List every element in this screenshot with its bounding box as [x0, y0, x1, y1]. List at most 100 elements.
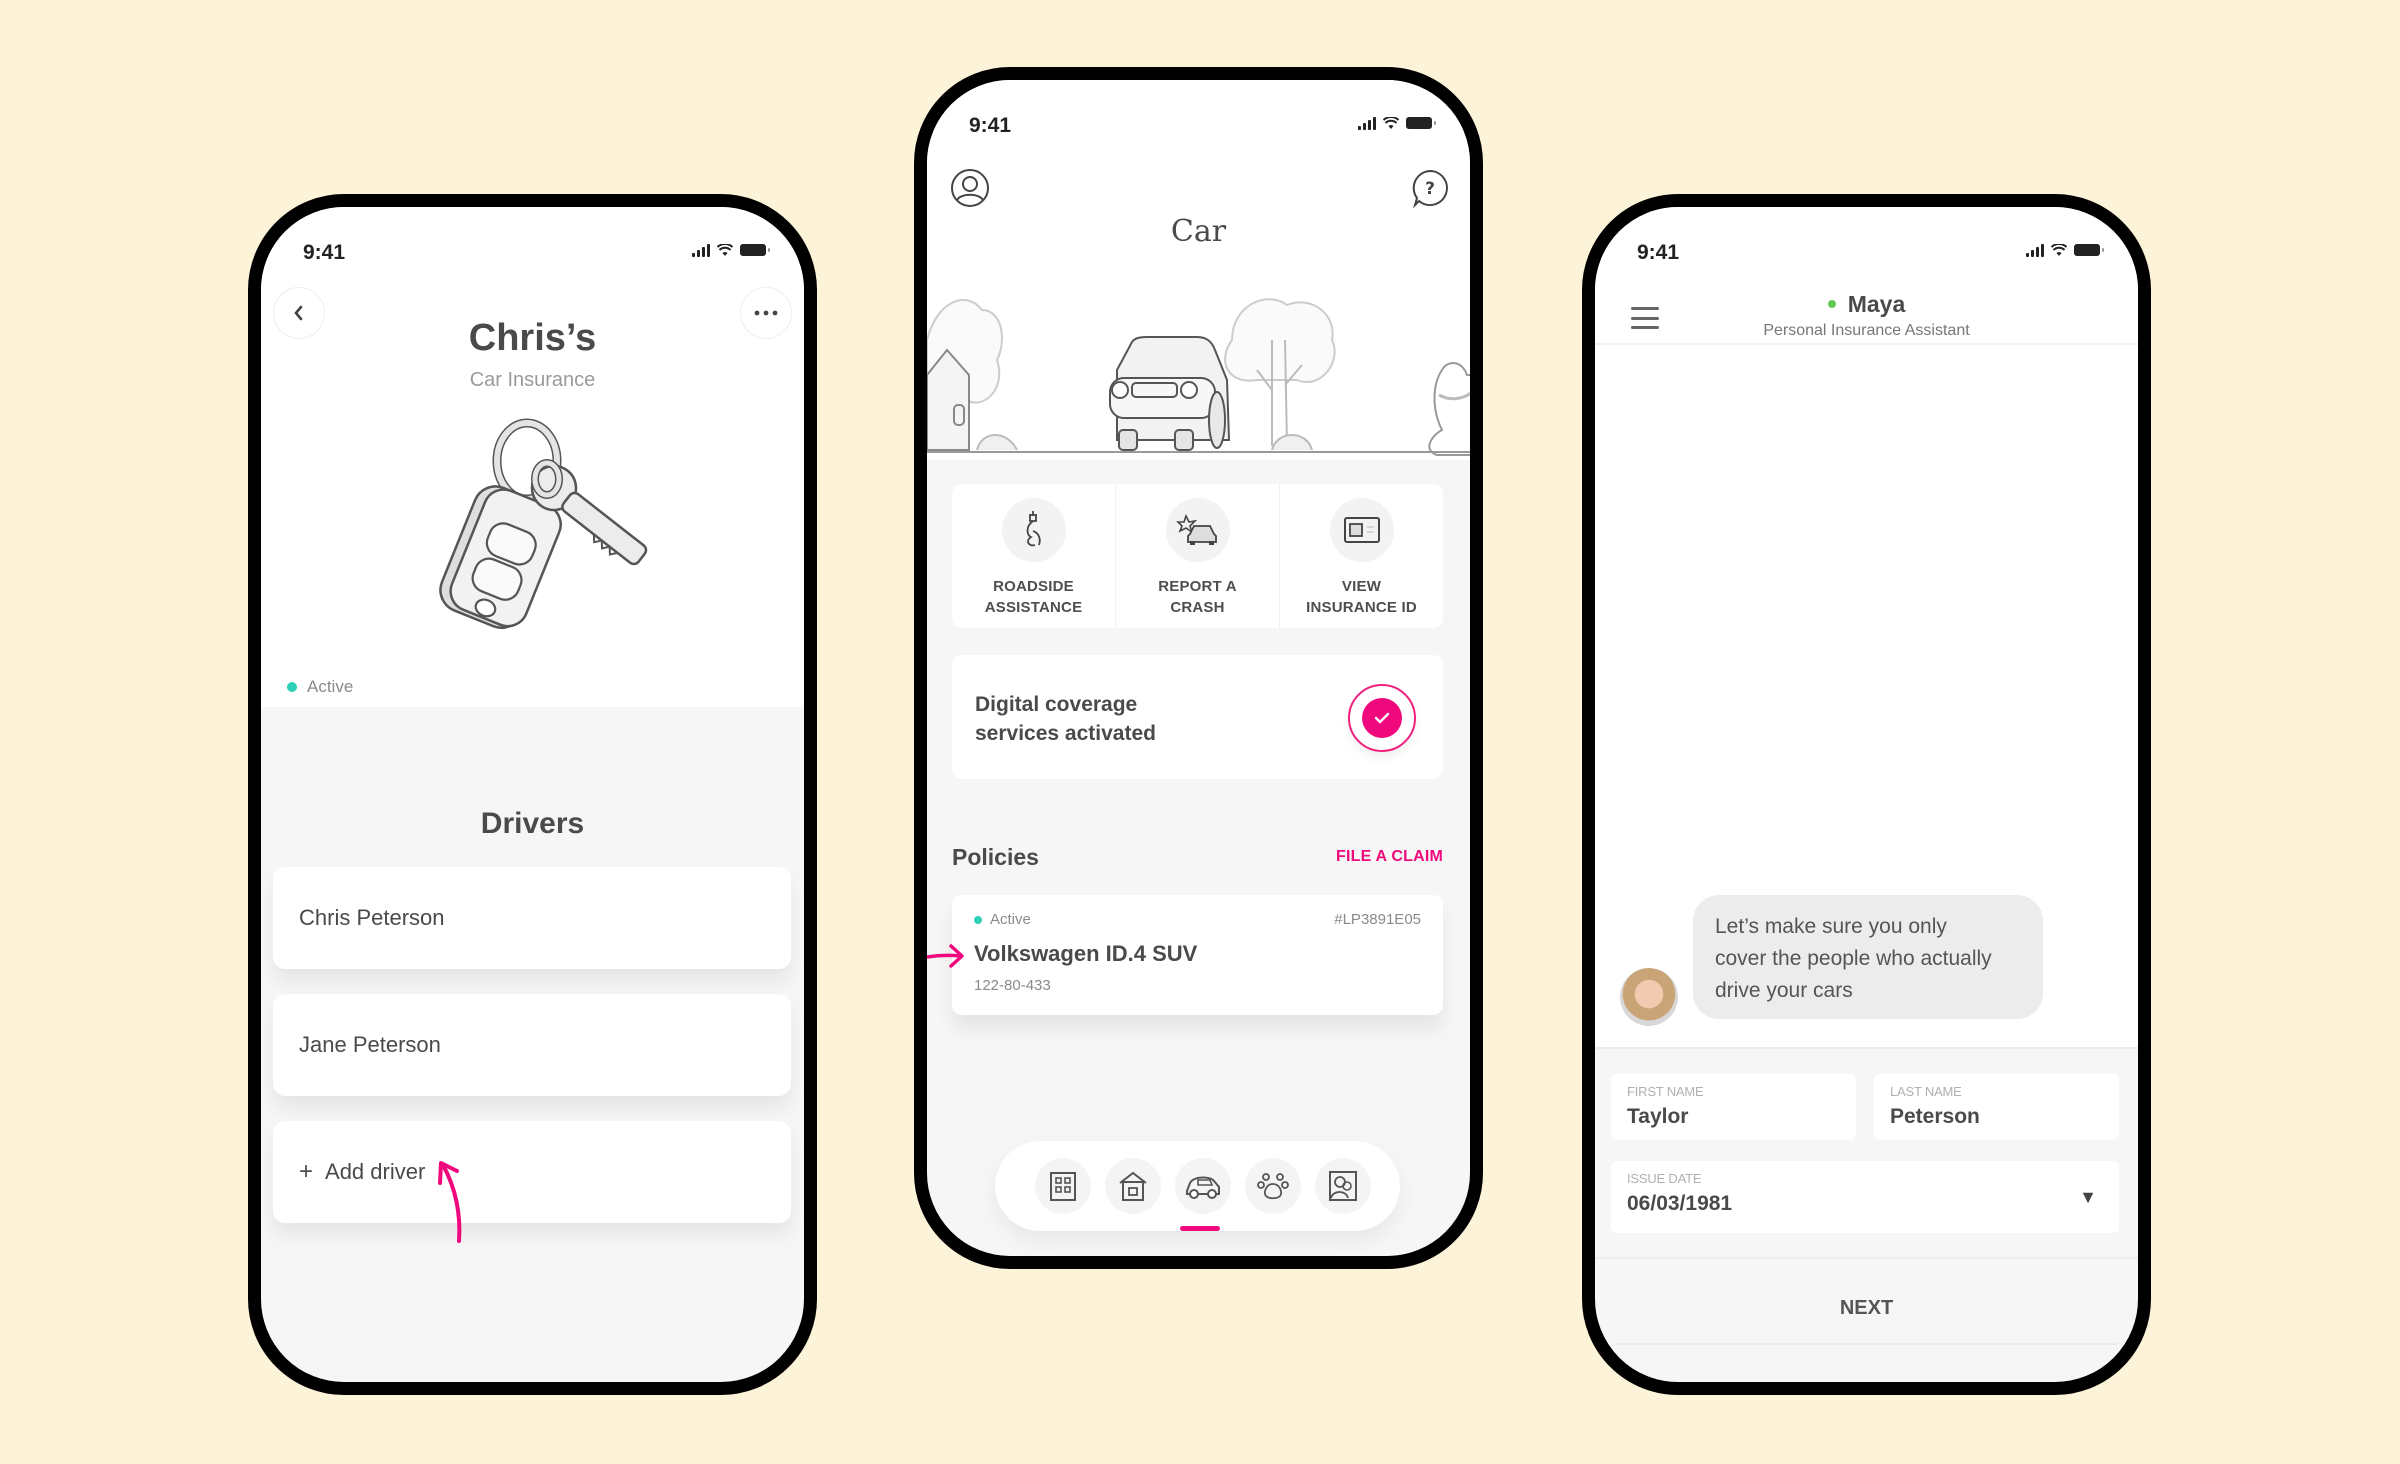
status-time: 9:41	[969, 114, 1012, 137]
pointer-arrow-icon	[927, 944, 964, 968]
first-name-field[interactable]: FIRST NAME Taylor	[1611, 1074, 1856, 1140]
coverage-check-toggle[interactable]	[1348, 684, 1416, 752]
policy-card[interactable]: Active #LP3891E05 Volkswagen ID.4 SUV 12…	[952, 895, 1443, 1015]
policy-status: Active	[287, 677, 353, 697]
active-nav-indicator	[1180, 1226, 1220, 1231]
driver-row[interactable]: Jane Peterson	[273, 994, 791, 1096]
header-divider	[1595, 343, 2138, 345]
coverage-text: Digital coverage services activated	[975, 690, 1215, 748]
nav-item-home[interactable]	[1105, 1158, 1161, 1214]
nav-item-apartment[interactable]	[1035, 1158, 1091, 1214]
house-icon	[1119, 1171, 1147, 1201]
user-circle-icon[interactable]	[950, 168, 990, 208]
status-time: 9:41	[303, 241, 346, 264]
last-name-label: LAST NAME	[1890, 1084, 1962, 1099]
action-label: CRASH	[1170, 599, 1225, 616]
action-label: ASSISTANCE	[984, 599, 1083, 616]
footer-divider	[1595, 1257, 2138, 1259]
chat-message-bubble: Let’s make sure you only cover the peopl…	[1693, 895, 2043, 1019]
online-status-icon	[1827, 299, 1836, 308]
add-driver-label: Add driver	[325, 1159, 426, 1184]
assistant-role: Personal Insurance Assistant	[1763, 322, 1970, 339]
svg-text:?: ?	[1425, 179, 1435, 199]
more-horizontal-icon	[754, 310, 778, 316]
report-crash-button[interactable]: REPORT A CRASH	[1116, 484, 1280, 628]
drivers-heading: Drivers	[480, 807, 585, 840]
quick-actions-card: ROADSIDE ASSISTANCE REPORT A CRASH VIEW …	[952, 484, 1443, 628]
assistant-avatar	[1620, 968, 1678, 1026]
car-icon	[1186, 1176, 1220, 1199]
signal-icon	[2026, 243, 2044, 257]
issue-date-select[interactable]: ISSUE DATE 06/03/1981 ▼	[1611, 1161, 2119, 1233]
coverage-line: Digital coverage	[975, 693, 1138, 716]
policies-heading: Policies	[952, 844, 1039, 870]
coverage-line: services activated	[975, 722, 1156, 745]
id-card-icon	[1343, 517, 1380, 543]
next-button[interactable]: NEXT	[1595, 1297, 2138, 1320]
message-line: Let’s make sure you only	[1715, 915, 1947, 938]
phone-car-screen: 9:41 ? Car ROADSIDE ASSISTANCE REPORT A …	[914, 67, 1483, 1269]
page-title: Chris’s	[468, 317, 597, 359]
wifi-icon	[1383, 116, 1399, 129]
issue-date-label: ISSUE DATE	[1627, 1171, 1702, 1186]
last-name-field[interactable]: LAST NAME Peterson	[1874, 1074, 2119, 1140]
message-line: drive your cars	[1715, 979, 1853, 1002]
building-icon	[1050, 1172, 1076, 1201]
help-bubble-icon[interactable]: ?	[1410, 168, 1450, 208]
nav-item-life[interactable]	[1315, 1158, 1371, 1214]
page-subtitle: Car Insurance	[469, 369, 596, 391]
people-frame-icon	[1329, 1171, 1357, 1201]
add-driver-button[interactable]: + Add driver	[273, 1121, 791, 1223]
nav-item-car[interactable]	[1175, 1158, 1231, 1214]
pointer-arrow-icon	[438, 1161, 462, 1243]
digital-coverage-card: Digital coverage services activated	[952, 655, 1443, 779]
status-bar: 9:41	[1595, 207, 2138, 287]
dropdown-caret-icon: ▼	[2079, 1187, 2097, 1207]
plus-icon: +	[299, 1158, 314, 1185]
form-divider	[1595, 1047, 2138, 1049]
action-label: REPORT A	[1158, 578, 1237, 595]
view-insurance-id-button[interactable]: VIEW INSURANCE ID	[1280, 484, 1443, 628]
driver-row[interactable]: Chris Peterson	[273, 867, 791, 969]
roadside-assistance-button[interactable]: ROADSIDE ASSISTANCE	[952, 484, 1116, 628]
message-line: cover the people who actually	[1715, 947, 1992, 970]
paw-icon	[1257, 1173, 1289, 1200]
car-crash-icon	[1175, 514, 1217, 545]
chat-area: 9:41 Maya Personal Insurance Assistant L…	[1595, 207, 2138, 1047]
action-label: VIEW	[1341, 578, 1382, 595]
page-title: Car	[1170, 214, 1227, 249]
phone-drivers-screen: 9:41 Chris’s Car Insurance Active Driver…	[248, 194, 817, 1395]
category-nav-bar	[995, 1141, 1400, 1231]
wifi-icon	[717, 243, 733, 256]
battery-icon	[1406, 117, 1436, 129]
nav-item-more[interactable]	[1385, 1158, 1400, 1214]
issue-date-value: 06/03/1981	[1627, 1192, 1733, 1215]
nav-item-pet[interactable]	[1245, 1158, 1301, 1214]
signal-icon	[692, 243, 710, 257]
driver-name: Chris Peterson	[299, 905, 445, 930]
tow-hook-icon	[1026, 511, 1041, 547]
policy-header: 9:41 Chris’s Car Insurance Active	[261, 207, 804, 707]
driver-name: Jane Peterson	[299, 1032, 441, 1057]
car-scene-illustration	[927, 298, 1470, 456]
policy-id: #LP3891E05	[1334, 911, 1421, 928]
status-bar: 9:41	[927, 80, 1470, 160]
first-name-value: Taylor	[1627, 1105, 1689, 1128]
battery-icon	[740, 244, 770, 256]
policy-number: 122-80-433	[974, 977, 1051, 994]
action-label: INSURANCE ID	[1306, 599, 1417, 616]
policy-vehicle-name: Volkswagen ID.4 SUV	[974, 941, 1198, 966]
check-icon	[1374, 712, 1390, 724]
policy-status-label: Active	[990, 911, 1031, 928]
status-time: 9:41	[1637, 241, 1680, 264]
footer-divider	[1615, 1343, 2118, 1345]
assistant-name-text: Maya	[1847, 291, 1906, 317]
status-bar: 9:41	[261, 207, 804, 287]
first-name-label: FIRST NAME	[1627, 1084, 1704, 1099]
status-label: Active	[307, 677, 354, 696]
active-dot-icon	[287, 682, 297, 692]
wifi-icon	[2051, 243, 2067, 256]
file-claim-link[interactable]: FILE A CLAIM	[1336, 848, 1443, 866]
car-header: 9:41 ? Car	[927, 80, 1470, 460]
battery-icon	[2074, 244, 2104, 256]
